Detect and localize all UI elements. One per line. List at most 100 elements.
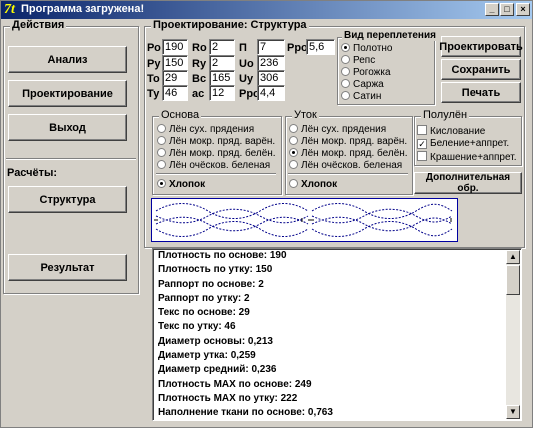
- result-line: Наполнение ткани по основе: 0,763: [158, 407, 333, 419]
- design-mode-button[interactable]: Проектирование: [8, 80, 127, 107]
- weft-option-wet-boiled[interactable]: Лён мокр. пряд. варён.: [289, 136, 407, 147]
- param-bc-field[interactable]: 165: [209, 70, 235, 86]
- radio-indicator: [341, 67, 350, 76]
- results-list: Плотность по основе: 190 Плотность по утк…: [153, 249, 521, 420]
- weft-separator: [288, 173, 408, 175]
- scroll-down-arrow-icon[interactable]: ▼: [506, 405, 520, 419]
- analysis-button[interactable]: Анализ: [8, 46, 127, 73]
- finish-title: Полулён: [421, 109, 470, 121]
- results-scrollbar[interactable]: ▲ ▼: [506, 250, 520, 419]
- param-label-ty: Ту: [147, 88, 160, 100]
- result-line: Текс по основе: 29: [158, 307, 250, 319]
- result-line: Раппорт по утку: 2: [158, 292, 250, 304]
- finish-option-bleaching[interactable]: ✓ Беление+аппрет.: [417, 138, 509, 150]
- weft-title: Уток: [292, 109, 319, 121]
- weft-option-tow-bleached[interactable]: Лён очёсков. беленая: [289, 160, 402, 171]
- param-uy-field[interactable]: 306: [257, 70, 285, 86]
- weave-option-reps[interactable]: Репс: [341, 55, 375, 66]
- close-button[interactable]: ×: [516, 3, 530, 16]
- radio-indicator: [289, 124, 298, 133]
- weave-option-plain[interactable]: Полотно: [341, 43, 392, 54]
- result-line: Плотность MAX по утку: 222: [158, 392, 298, 404]
- param-label-ro: Ro: [192, 42, 207, 54]
- main-window: 7t Программа загружена! _ □ × Действия А…: [0, 0, 533, 428]
- radio-indicator: [157, 179, 166, 188]
- param-label-rpo: Рро: [287, 42, 308, 54]
- checkbox-indicator: ✓: [417, 139, 427, 149]
- results-output[interactable]: Плотность по основе: 190 Плотность по утк…: [152, 248, 522, 421]
- warp-option-cotton[interactable]: Хлопок: [157, 179, 205, 190]
- actions-title: Действия: [10, 19, 67, 31]
- radio-indicator: [289, 136, 298, 145]
- param-ac-field[interactable]: 12: [209, 85, 235, 101]
- extra-processing-button[interactable]: Дополнительная обр.: [414, 172, 522, 194]
- radio-indicator: [157, 160, 166, 169]
- radio-indicator: [157, 136, 166, 145]
- param-ry-field[interactable]: 2: [209, 55, 235, 71]
- param-ty-field[interactable]: 46: [162, 85, 188, 101]
- checkbox-indicator: [417, 125, 427, 135]
- param-p-field[interactable]: 7: [257, 39, 285, 55]
- radio-indicator: [289, 148, 298, 157]
- app-icon: 7t: [4, 2, 15, 17]
- radio-indicator: [341, 79, 350, 88]
- result-line: Раппорт по основе: 2: [158, 278, 264, 290]
- weave-preview-drawing: [154, 203, 453, 237]
- actions-separator: [6, 158, 136, 160]
- result-line: Диаметр средний: 0,236: [158, 364, 277, 376]
- design-button[interactable]: Проектировать: [439, 36, 523, 57]
- finish-option-dyeing[interactable]: Крашение+аппрет.: [417, 151, 516, 163]
- finish-option-souring[interactable]: Кислование: [417, 125, 485, 137]
- weave-title: Вид переплетения: [342, 30, 438, 41]
- param-label-uo: Uo: [239, 58, 254, 70]
- warp-option-tow-bleached[interactable]: Лён очёсков. беленая: [157, 160, 270, 171]
- result-line: Текс по утку: 46: [158, 321, 236, 333]
- weft-option-dry-flax[interactable]: Лён сух. прядения: [289, 124, 386, 135]
- radio-indicator: [289, 160, 298, 169]
- radio-indicator: [341, 91, 350, 100]
- param-po-field[interactable]: 190: [162, 39, 188, 55]
- checkbox-indicator: [417, 151, 427, 161]
- save-button[interactable]: Сохранить: [441, 59, 521, 80]
- scroll-thumb[interactable]: [506, 265, 520, 295]
- radio-indicator: [157, 124, 166, 133]
- title-bar[interactable]: 7t Программа загружена! _ □ ×: [1, 1, 532, 19]
- param-label-to: То: [147, 73, 160, 85]
- param-py-field[interactable]: 150: [162, 55, 188, 71]
- param-to-field[interactable]: 29: [162, 70, 188, 86]
- param-label-uy: Uy: [239, 73, 254, 85]
- result-line: Плотность MAX по основе: 249: [158, 378, 312, 390]
- maximize-button[interactable]: □: [500, 3, 514, 16]
- param-label-po: Ро: [147, 42, 161, 54]
- print-button[interactable]: Печать: [441, 82, 521, 103]
- warp-option-dry-flax[interactable]: Лён сух. прядения: [157, 124, 254, 135]
- param-label-p: П: [239, 42, 247, 54]
- scroll-up-arrow-icon[interactable]: ▲: [506, 250, 520, 264]
- param-ppo-field[interactable]: 4,4: [257, 85, 285, 101]
- weave-option-rogozhka[interactable]: Рогожка: [341, 67, 391, 78]
- param-ro-field[interactable]: 2: [209, 39, 235, 55]
- result-line: Диаметр утка: 0,259: [158, 350, 256, 362]
- param-rpo-field[interactable]: 5,6: [306, 39, 335, 55]
- result-button[interactable]: Результат: [8, 254, 127, 281]
- result-line: Диаметр основы: 0,213: [158, 335, 273, 347]
- exit-button[interactable]: Выход: [8, 114, 127, 141]
- param-label-bc: Bc: [192, 73, 207, 85]
- design-title: Проектирование: Структура: [151, 19, 309, 31]
- radio-indicator: [341, 43, 350, 52]
- result-line: Плотность по основе: 190: [158, 250, 287, 261]
- param-label-ry: Ry: [192, 58, 207, 70]
- weave-option-twill[interactable]: Саржа: [341, 79, 384, 90]
- weft-option-cotton[interactable]: Хлопок: [289, 179, 337, 190]
- warp-option-wet-boiled[interactable]: Лён мокр. пряд. варён.: [157, 136, 275, 147]
- param-uo-field[interactable]: 236: [257, 55, 285, 71]
- radio-indicator: [157, 148, 166, 157]
- warp-option-wet-bleached[interactable]: Лён мокр. пряд. белён.: [157, 148, 276, 159]
- structure-button[interactable]: Структура: [8, 186, 127, 213]
- minimize-button[interactable]: _: [485, 3, 499, 16]
- weave-option-satin[interactable]: Сатин: [341, 91, 381, 102]
- param-label-py: Ру: [147, 58, 161, 70]
- warp-separator: [156, 173, 276, 175]
- weft-option-wet-bleached[interactable]: Лён мокр. пряд. белён.: [289, 148, 408, 159]
- warp-title: Основа: [159, 109, 202, 121]
